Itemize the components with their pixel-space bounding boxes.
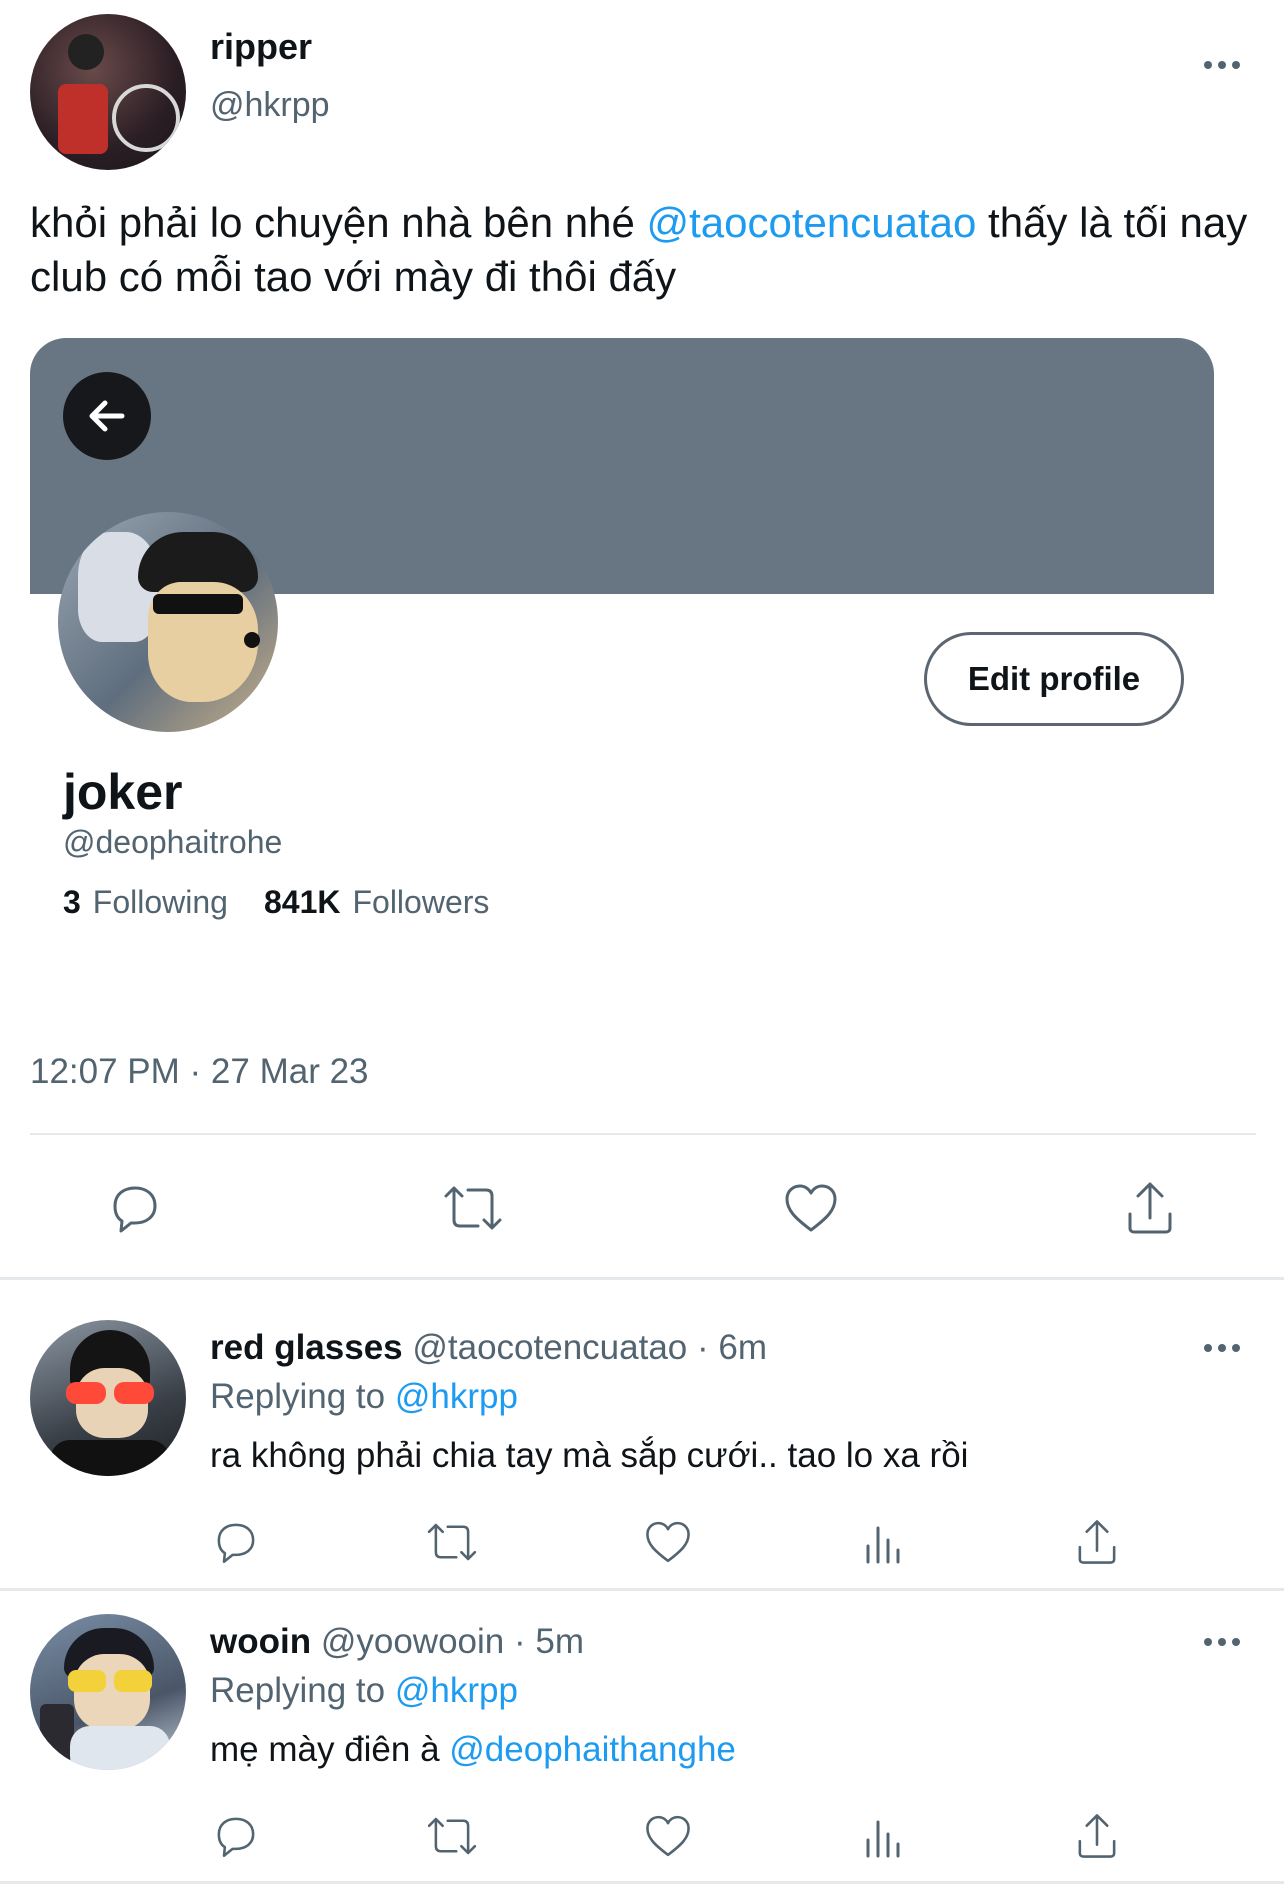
reply-time[interactable]: · 6m [697,1328,767,1367]
back-arrow-icon [63,372,151,460]
following-count: 3 [63,884,81,920]
followers-count: 841K [263,884,341,920]
reply-text-part: mẹ mày điên à [210,1730,450,1769]
embedded-profile-avatar [58,512,278,732]
reply-header: red glasses @taocotencuatao · 6m [210,1328,767,1368]
share-icon[interactable] [1072,1515,1122,1569]
tweet-text: khỏi phải lo chuyện nhà bên nhé @taocote… [30,196,1260,304]
replying-to-label: Replying to [210,1377,386,1416]
embedded-profile-handle: @deophaitrohe [63,824,283,860]
followers-label: Followers [352,884,490,920]
share-icon[interactable] [1120,1176,1180,1240]
share-icon[interactable] [1072,1809,1122,1863]
reply-icon[interactable] [211,1517,261,1567]
replying-to-label: Replying to [210,1671,386,1710]
reply-author-handle[interactable]: @yoowooin [321,1622,504,1661]
replying-to-handle[interactable]: @hkrpp [395,1671,518,1710]
divider [0,1277,1284,1280]
edit-profile-button: Edit profile [924,632,1184,726]
author-handle[interactable]: @hkrpp [210,86,330,125]
retweet-icon[interactable] [424,1811,480,1861]
divider [0,1588,1284,1591]
reply-author-handle[interactable]: @taocotencuatao [412,1328,687,1367]
reply-text: ra không phải chia tay mà sắp cưới.. tao… [210,1436,969,1475]
reply-time[interactable]: · 5m [514,1622,584,1661]
views-icon[interactable] [862,1811,906,1861]
reply-text: mẹ mày điên à @deophaithanghe [210,1730,736,1770]
retweet-icon[interactable] [440,1178,506,1238]
retweet-icon[interactable] [424,1517,480,1567]
divider [30,1133,1256,1135]
replying-to: Replying to @hkrpp [210,1377,518,1417]
author-name[interactable]: ripper [210,26,312,68]
like-icon[interactable] [642,1811,694,1861]
following-label: Following [92,884,228,920]
reply-header: wooin @yoowooin · 5m [210,1622,584,1662]
tweet-text-part: khỏi phải lo chuyện nhà bên nhé [30,199,647,246]
reply-icon[interactable] [211,1811,261,1861]
reply-author-name[interactable]: wooin [210,1622,311,1661]
embedded-profile-stats: 3 Following 841K Followers [63,884,489,921]
replying-to-handle[interactable]: @hkrpp [395,1377,518,1416]
reply-avatar[interactable] [30,1614,186,1770]
author-avatar[interactable] [30,14,186,170]
reply-avatar[interactable] [30,1320,186,1476]
replying-to: Replying to @hkrpp [210,1671,518,1711]
views-icon[interactable] [862,1517,906,1567]
more-icon[interactable] [1204,61,1240,69]
reply-icon[interactable] [105,1178,165,1238]
tweet-mention[interactable]: @taocotencuatao [647,199,977,246]
divider [0,1881,1284,1884]
reply-mention[interactable]: @deophaithanghe [449,1730,736,1769]
tweet-timestamp[interactable]: 12:07 PM · 27 Mar 23 [30,1052,369,1092]
like-icon[interactable] [642,1517,694,1567]
more-icon[interactable] [1204,1638,1240,1646]
reply-author-name[interactable]: red glasses [210,1328,403,1367]
embedded-profile-name: joker [63,764,183,820]
more-icon[interactable] [1204,1344,1240,1352]
like-icon[interactable] [780,1178,842,1238]
